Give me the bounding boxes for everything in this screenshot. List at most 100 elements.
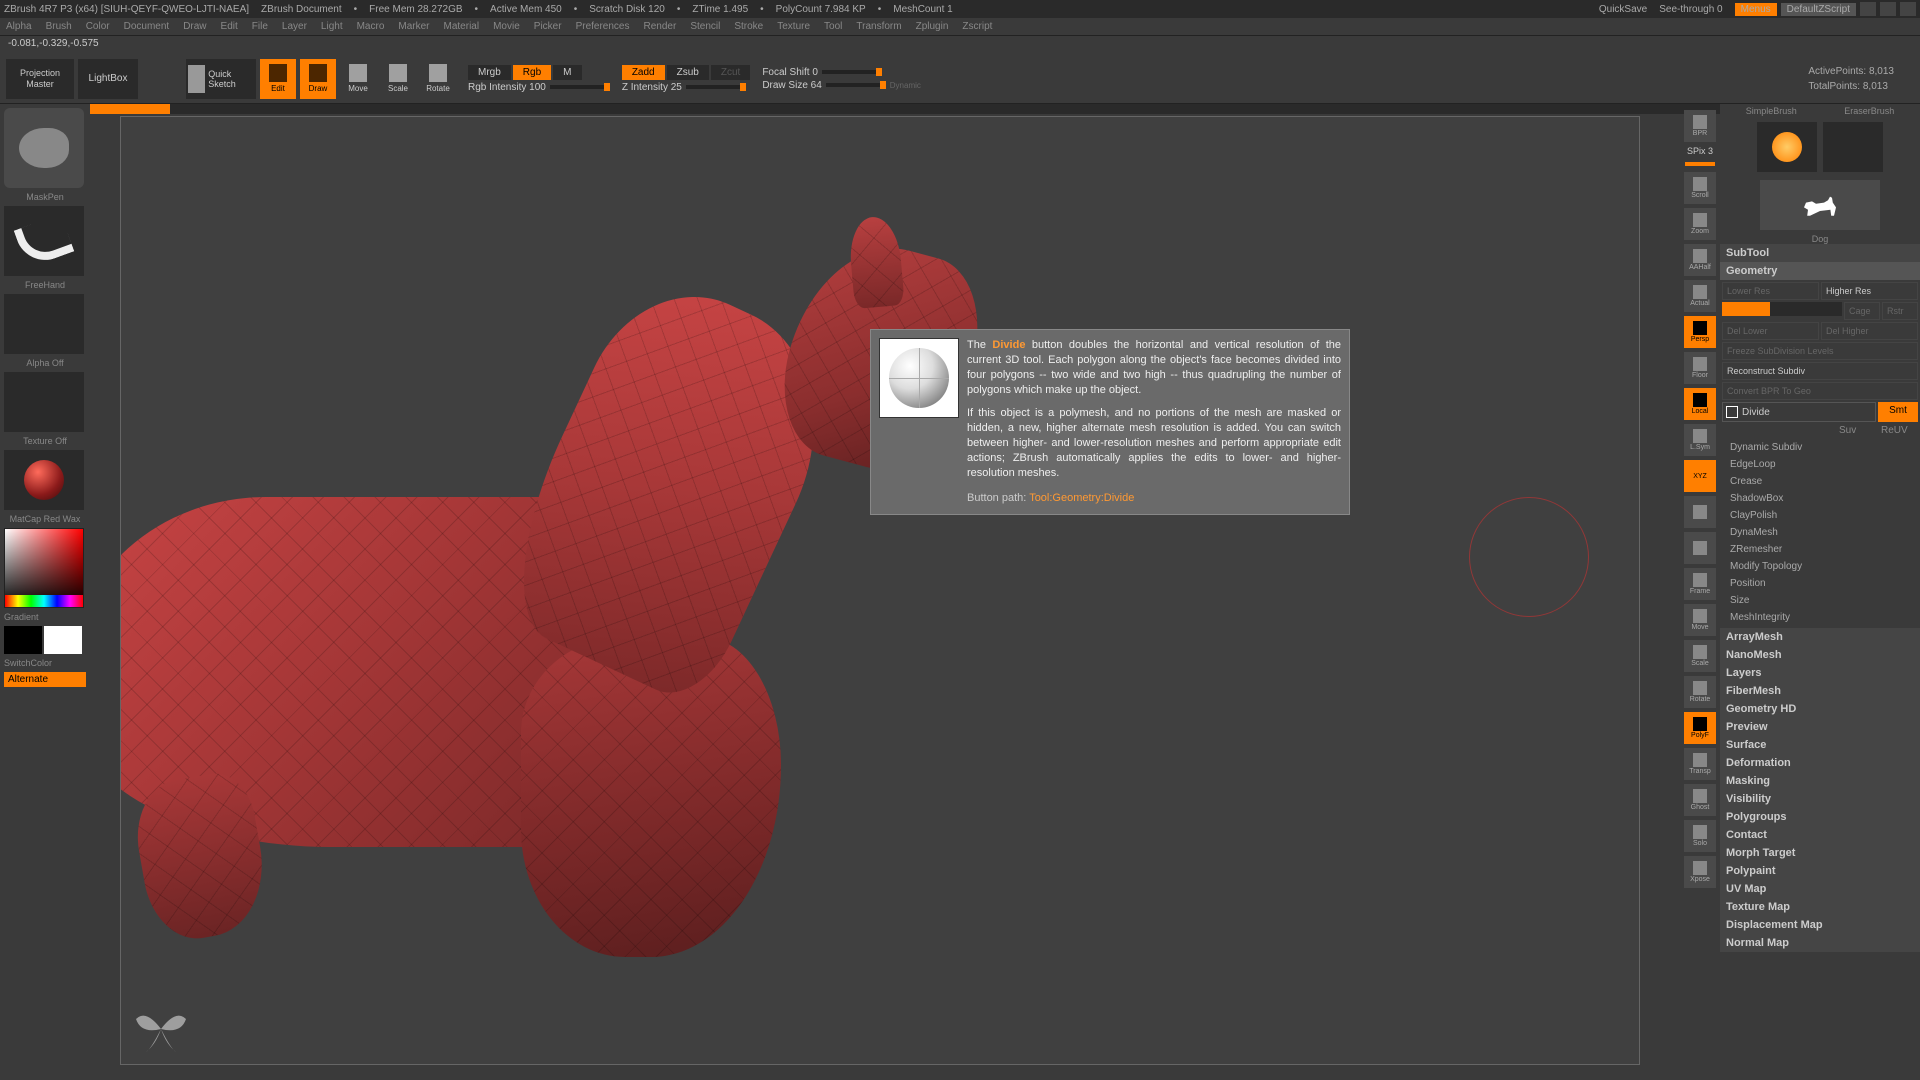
zcut-button[interactable]: Zcut	[711, 65, 750, 80]
menu-brush[interactable]: Brush	[46, 21, 72, 32]
zsub-button[interactable]: Zsub	[667, 65, 709, 80]
minimize-button[interactable]	[1860, 2, 1876, 16]
scale-mode-button[interactable]: Scale	[380, 59, 416, 99]
menu-render[interactable]: Render	[644, 21, 677, 32]
rgb-button[interactable]: Rgb	[513, 65, 551, 80]
menu-marker[interactable]: Marker	[398, 21, 429, 32]
focal-shift-label[interactable]: Focal Shift 0	[762, 67, 818, 78]
center-button[interactable]	[1684, 496, 1716, 528]
actual-button[interactable]: Actual	[1684, 280, 1716, 312]
material-selector[interactable]	[4, 450, 84, 510]
bpr-button[interactable]: BPR	[1684, 110, 1716, 142]
transp-button[interactable]: Transp	[1684, 748, 1716, 780]
lower-res-button[interactable]: Lower Res	[1722, 282, 1819, 300]
alternate-button[interactable]: Alternate	[4, 672, 86, 687]
crease-item[interactable]: Crease	[1722, 473, 1918, 490]
lightbox-button[interactable]: LightBox	[78, 59, 138, 99]
freeze-subdiv-button[interactable]: Freeze SubDivision Levels	[1722, 342, 1918, 360]
xpose-button[interactable]: Xpose	[1684, 856, 1716, 888]
geometry-header[interactable]: Geometry	[1720, 262, 1920, 280]
menu-texture[interactable]: Texture	[777, 21, 810, 32]
surface-header[interactable]: Surface	[1720, 736, 1920, 754]
dynamic-subdiv-item[interactable]: Dynamic Subdiv	[1722, 439, 1918, 456]
suv-button[interactable]: Suv	[1836, 422, 1876, 439]
deformation-header[interactable]: Deformation	[1720, 754, 1920, 772]
polyf-button[interactable]: PolyF	[1684, 712, 1716, 744]
menu-file[interactable]: File	[252, 21, 268, 32]
menu-preferences[interactable]: Preferences	[576, 21, 630, 32]
menu-alpha[interactable]: Alpha	[6, 21, 32, 32]
maximize-button[interactable]	[1880, 2, 1896, 16]
subtool-header[interactable]: SubTool	[1720, 244, 1920, 262]
size-item[interactable]: Size	[1722, 592, 1918, 609]
menu-stroke[interactable]: Stroke	[734, 21, 763, 32]
draw-size-label[interactable]: Draw Size 64	[762, 80, 821, 91]
hue-strip[interactable]	[5, 595, 83, 607]
z-intensity-slider[interactable]	[686, 85, 746, 89]
brush-selector[interactable]	[4, 108, 84, 188]
meshintegrity-item[interactable]: MeshIntegrity	[1722, 609, 1918, 626]
zoom-button[interactable]: Zoom	[1684, 208, 1716, 240]
local-button[interactable]: Local	[1684, 388, 1716, 420]
edit-mode-button[interactable]: Edit	[260, 59, 296, 99]
scroll-button[interactable]: Scroll	[1684, 172, 1716, 204]
dynamesh-item[interactable]: DynaMesh	[1722, 524, 1918, 541]
rstr-button[interactable]: Rstr	[1882, 302, 1918, 320]
menu-layer[interactable]: Layer	[282, 21, 307, 32]
del-lower-button[interactable]: Del Lower	[1722, 322, 1819, 340]
persp-button[interactable]: Persp	[1684, 316, 1716, 348]
seethrough-slider[interactable]: See-through 0	[1659, 4, 1722, 15]
divide-button[interactable]: Divide	[1722, 402, 1876, 422]
uv-map-header[interactable]: UV Map	[1720, 880, 1920, 898]
cage-button[interactable]: Cage	[1844, 302, 1880, 320]
fibermesh-header[interactable]: FiberMesh	[1720, 682, 1920, 700]
dynamic-label[interactable]: Dynamic	[890, 81, 921, 90]
default-zscript-button[interactable]: DefaultZScript	[1781, 3, 1856, 16]
alpha-selector[interactable]	[4, 294, 84, 354]
menu-light[interactable]: Light	[321, 21, 343, 32]
morph-target-header[interactable]: Morph Target	[1720, 844, 1920, 862]
rgb-intensity-slider[interactable]	[550, 85, 610, 89]
zadd-button[interactable]: Zadd	[622, 65, 665, 80]
menu-zscript[interactable]: Zscript	[962, 21, 992, 32]
spix-slider[interactable]	[1685, 162, 1715, 166]
ghost-button[interactable]: Ghost	[1684, 784, 1716, 816]
gradient-label[interactable]: Gradient	[4, 612, 86, 622]
edgeloop-item[interactable]: EdgeLoop	[1722, 456, 1918, 473]
position-item[interactable]: Position	[1722, 575, 1918, 592]
move-mode-button[interactable]: Move	[340, 59, 376, 99]
close-button[interactable]	[1900, 2, 1916, 16]
shadowbox-item[interactable]: ShadowBox	[1722, 490, 1918, 507]
document-viewport[interactable]	[120, 116, 1640, 1065]
menu-document[interactable]: Document	[124, 21, 170, 32]
projection-master-button[interactable]: Projection Master	[6, 59, 74, 99]
reconstruct-subdiv-button[interactable]: Reconstruct Subdiv	[1722, 362, 1918, 380]
switch-color-button[interactable]: SwitchColor	[4, 658, 86, 668]
rgb-intensity-label[interactable]: Rgb Intensity 100	[468, 82, 546, 93]
spix-label[interactable]: SPix 3	[1687, 146, 1713, 156]
polygroups-header[interactable]: Polygroups	[1720, 808, 1920, 826]
texture-map-header[interactable]: Texture Map	[1720, 898, 1920, 916]
sdiv-slider[interactable]	[1722, 302, 1842, 316]
normal-map-header[interactable]: Normal Map	[1720, 934, 1920, 952]
quick-sketch-button[interactable]: Quick Sketch	[186, 59, 256, 99]
visibility-header[interactable]: Visibility	[1720, 790, 1920, 808]
menu-macro[interactable]: Macro	[357, 21, 385, 32]
menus-button[interactable]: Menus	[1735, 3, 1777, 16]
tool-simplebrush[interactable]	[1757, 122, 1817, 172]
xyz-button[interactable]: XYZ	[1684, 460, 1716, 492]
displacement-map-header[interactable]: Displacement Map	[1720, 916, 1920, 934]
preview-header[interactable]: Preview	[1720, 718, 1920, 736]
quicksave-button[interactable]: QuickSave	[1599, 4, 1647, 15]
draw-mode-button[interactable]: Draw	[300, 59, 336, 99]
aahalf-button[interactable]: AAHalf	[1684, 244, 1716, 276]
polypaint-header[interactable]: Polypaint	[1720, 862, 1920, 880]
nanomesh-header[interactable]: NanoMesh	[1720, 646, 1920, 664]
canvas-scrollbar[interactable]	[90, 104, 1720, 114]
m-button[interactable]: M	[553, 65, 581, 80]
del-higher-button[interactable]: Del Higher	[1821, 322, 1918, 340]
reuv-button[interactable]: ReUV	[1878, 422, 1918, 439]
claypolish-item[interactable]: ClayPolish	[1722, 507, 1918, 524]
zremesher-item[interactable]: ZRemesher	[1722, 541, 1918, 558]
menu-material[interactable]: Material	[444, 21, 480, 32]
